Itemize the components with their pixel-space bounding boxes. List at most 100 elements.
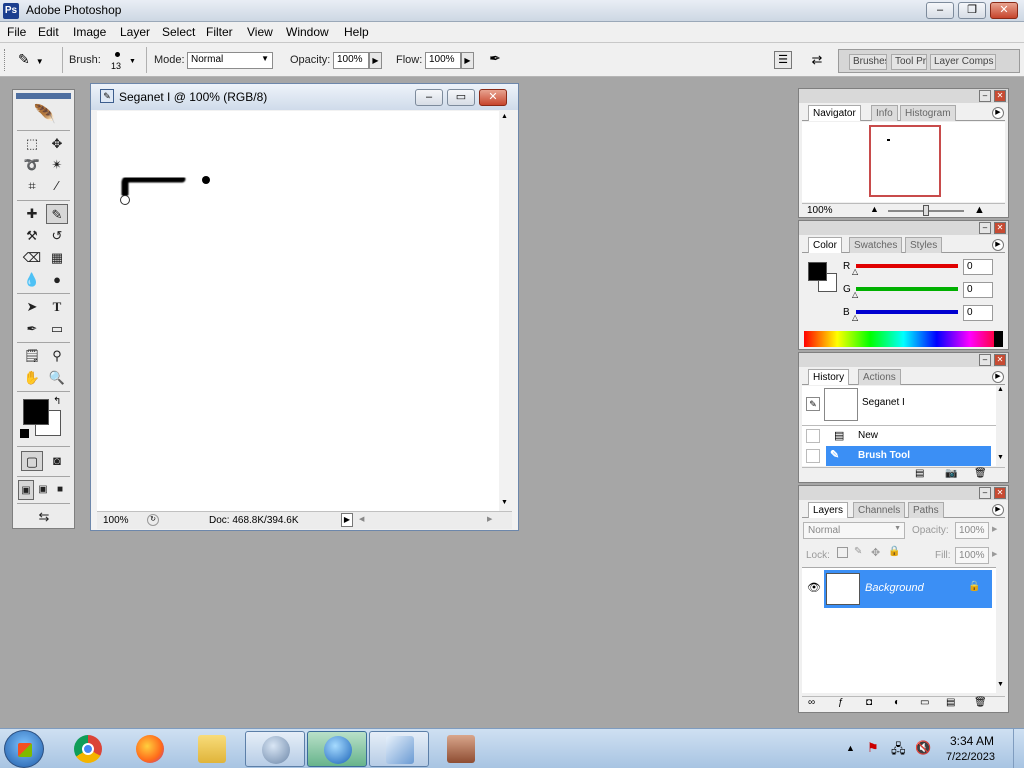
- flow-slider-button[interactable]: ▶: [461, 52, 474, 69]
- panel-menu-button[interactable]: ▶: [992, 504, 1004, 516]
- scroll-right-icon[interactable]: ▶: [487, 515, 492, 523]
- tab-swatches[interactable]: Swatches: [849, 237, 903, 253]
- channel-value-input[interactable]: 0: [963, 282, 993, 298]
- create-snapshot-icon[interactable]: 📷: [945, 468, 957, 479]
- panel-minimize-button[interactable]: –: [979, 222, 991, 234]
- lasso-tool-icon[interactable]: ➰: [21, 155, 43, 175]
- eraser-tool-icon[interactable]: ⌫: [21, 248, 43, 268]
- standard-screen-mode-icon[interactable]: ▣: [18, 480, 34, 500]
- color-spectrum-bar[interactable]: [804, 331, 1003, 347]
- scroll-down-icon[interactable]: ▼: [501, 499, 508, 506]
- scroll-up-icon[interactable]: ▲: [997, 386, 1004, 393]
- history-item-new[interactable]: ▤ New: [802, 426, 996, 446]
- show-hidden-icons-icon[interactable]: ▲: [846, 743, 855, 753]
- blend-mode-select[interactable]: Normal ▼: [803, 522, 905, 539]
- panel-close-button[interactable]: ✕: [994, 354, 1006, 366]
- panel-close-button[interactable]: ✕: [994, 222, 1006, 234]
- lock-image-icon[interactable]: ✎: [854, 546, 862, 557]
- status-options-icon[interactable]: ↻: [147, 514, 159, 526]
- notes-tool-icon[interactable]: 🗒: [21, 346, 43, 366]
- flow-input[interactable]: 100%: [425, 52, 461, 69]
- trash-icon[interactable]: 🗑: [974, 468, 987, 479]
- tab-actions[interactable]: Actions: [858, 369, 901, 385]
- panel-title-bar[interactable]: – ✕: [799, 486, 1008, 500]
- marquee-tool-icon[interactable]: ⬚: [21, 134, 43, 154]
- move-tool-icon[interactable]: ✥: [46, 134, 68, 154]
- taskbar-firefox[interactable]: [120, 731, 180, 767]
- healing-brush-tool-icon[interactable]: ✚: [21, 204, 43, 224]
- menu-file[interactable]: File: [7, 25, 26, 39]
- panel-menu-button[interactable]: ▶: [992, 239, 1004, 251]
- tab-info[interactable]: Info: [871, 105, 898, 121]
- layer-style-icon[interactable]: ƒ: [838, 697, 844, 708]
- type-tool-icon[interactable]: T: [46, 297, 68, 317]
- channel-slider-track[interactable]: [856, 310, 958, 314]
- options-bar-grip[interactable]: [4, 49, 7, 71]
- menu-layer[interactable]: Layer: [120, 25, 150, 39]
- panel-title-bar[interactable]: – ✕: [799, 221, 1008, 235]
- history-scrollbar[interactable]: ▲ ▼: [996, 386, 1006, 466]
- menu-help[interactable]: Help: [344, 25, 369, 39]
- brush-tool-icon[interactable]: ✎: [46, 204, 68, 224]
- tab-styles[interactable]: Styles: [905, 237, 943, 253]
- navigator-preview-area[interactable]: [802, 122, 1005, 202]
- taskbar-installer[interactable]: [431, 731, 491, 767]
- volume-muted-icon[interactable]: 🔇: [915, 740, 931, 756]
- zoom-out-icon[interactable]: ▲: [870, 204, 879, 214]
- opacity-input[interactable]: 100%: [333, 52, 369, 69]
- link-layers-icon[interactable]: ∞: [808, 697, 815, 708]
- panel-title-bar[interactable]: – ✕: [799, 89, 1008, 103]
- close-button[interactable]: ✕: [990, 2, 1018, 19]
- taskbar-app-running[interactable]: [245, 731, 305, 767]
- history-brush-source-icon[interactable]: ✎: [806, 397, 820, 411]
- gradient-tool-icon[interactable]: ▦: [46, 248, 68, 268]
- menu-select[interactable]: Select: [162, 25, 195, 39]
- taskbar-chrome[interactable]: [58, 731, 118, 767]
- standard-mode-icon[interactable]: ▢: [21, 451, 43, 471]
- layers-scrollbar[interactable]: ▼: [996, 567, 1006, 693]
- taskbar-file-explorer[interactable]: [182, 731, 242, 767]
- slice-tool-icon[interactable]: ⁄: [46, 176, 68, 196]
- restore-button[interactable]: ❐: [958, 2, 986, 19]
- well-tab-tool-presets[interactable]: Tool Pr: [891, 54, 927, 70]
- panel-minimize-button[interactable]: –: [979, 90, 991, 102]
- panel-close-button[interactable]: ✕: [994, 487, 1006, 499]
- menu-image[interactable]: Image: [73, 25, 106, 39]
- channel-value-input[interactable]: 0: [963, 259, 993, 275]
- path-selection-tool-icon[interactable]: ➤: [21, 297, 43, 317]
- full-screen-mode-icon[interactable]: ■: [52, 480, 68, 500]
- zoom-slider-thumb[interactable]: [923, 205, 929, 216]
- channel-slider-track[interactable]: [856, 287, 958, 291]
- menu-filter[interactable]: Filter: [206, 25, 233, 39]
- history-snapshot-row[interactable]: ✎ Seganet I: [802, 386, 996, 424]
- history-source-checkbox[interactable]: [806, 429, 820, 443]
- trash-icon[interactable]: 🗑: [974, 697, 987, 708]
- full-screen-menu-mode-icon[interactable]: ▣: [35, 480, 51, 500]
- zoom-in-icon[interactable]: ▲: [974, 204, 985, 216]
- lock-transparency-icon[interactable]: [837, 547, 848, 558]
- panel-menu-button[interactable]: ▶: [992, 107, 1004, 119]
- tab-color[interactable]: Color: [808, 237, 842, 253]
- panel-minimize-button[interactable]: –: [979, 354, 991, 366]
- zoom-tool-icon[interactable]: 🔍: [46, 368, 68, 388]
- well-tab-layer-comps[interactable]: Layer Comps: [930, 54, 996, 70]
- vertical-scrollbar[interactable]: ▲ ▼: [499, 111, 512, 511]
- layer-visibility-cell[interactable]: 👁: [802, 570, 824, 608]
- status-menu-arrow-icon[interactable]: ▶: [341, 513, 353, 527]
- panel-menu-button[interactable]: ▶: [992, 371, 1004, 383]
- swap-colors-icon[interactable]: ↰: [53, 396, 61, 407]
- eyedropper-tool-icon[interactable]: ⚲: [46, 346, 68, 366]
- navigator-view-box[interactable]: [869, 125, 941, 197]
- tab-channels[interactable]: Channels: [853, 502, 906, 518]
- tab-paths[interactable]: Paths: [908, 502, 944, 518]
- menu-view[interactable]: View: [247, 25, 273, 39]
- tool-preset-picker[interactable]: ✎ ▼: [18, 51, 58, 71]
- adjustment-layer-icon[interactable]: ◐: [894, 697, 900, 708]
- taskbar-app-active[interactable]: [307, 731, 367, 767]
- crop-tool-icon[interactable]: ⌗: [21, 176, 43, 196]
- layer-opacity-arrow-icon[interactable]: ▶: [992, 525, 997, 533]
- eye-icon[interactable]: 👁: [807, 581, 821, 594]
- panel-close-button[interactable]: ✕: [994, 90, 1006, 102]
- layer-mask-icon[interactable]: ◘: [866, 697, 872, 708]
- spectrum-black-end[interactable]: [994, 331, 1003, 347]
